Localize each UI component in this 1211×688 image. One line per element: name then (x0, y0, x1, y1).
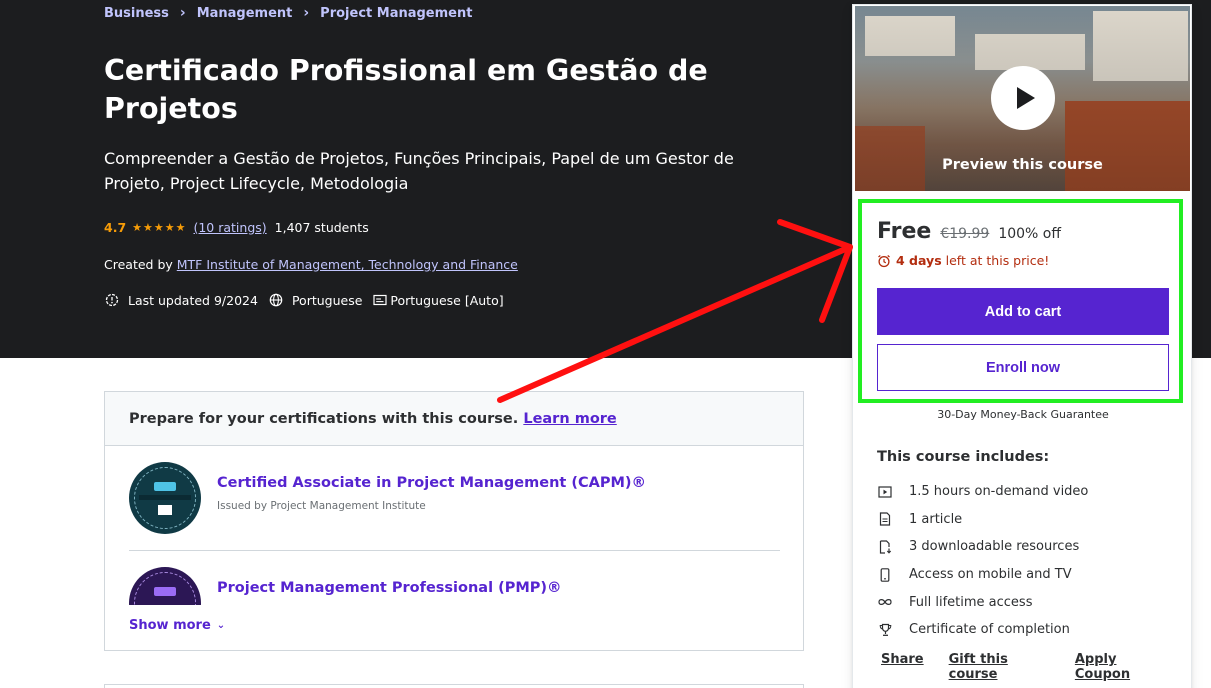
language-text: Portuguese (291, 292, 363, 308)
certification-item[interactable]: Project Management Professional (PMP)® (129, 567, 780, 605)
breadcrumb-project-management[interactable]: Project Management (320, 6, 472, 21)
certification-title[interactable]: Certified Associate in Project Managemen… (217, 475, 646, 491)
breadcrumb-separator-icon: › (303, 5, 310, 21)
article-icon (877, 511, 893, 527)
badge-chip (154, 482, 176, 491)
certification-issuer: Issued by Project Management Institute (217, 500, 426, 512)
include-label: Full lifetime access (909, 594, 1033, 610)
breadcrumb-separator-icon: › (179, 5, 186, 21)
list-item: 1 article (877, 506, 1088, 534)
sidebar-actions: Share Gift this course Apply Coupon (881, 652, 1191, 682)
breadcrumb: Business › Management › Project Manageme… (104, 5, 472, 21)
certification-heading-text: Prepare for your certifications with thi… (129, 411, 519, 427)
captions: Portuguese [Auto] (372, 292, 504, 308)
preview-label: Preview this course (942, 157, 1103, 173)
download-icon (877, 539, 893, 555)
rating-score: 4.7 (104, 220, 127, 235)
include-label: Certificate of completion (909, 622, 1070, 638)
alert-badge-icon (104, 292, 120, 308)
highlight-box-annotation (858, 199, 1183, 403)
created-by: Created by MTF Institute of Management, … (104, 257, 518, 272)
video-icon (877, 484, 893, 500)
include-label: 1 article (909, 511, 963, 527)
certification-panel: Prepare for your certifications with thi… (104, 391, 804, 651)
ratings-count-link[interactable]: (10 ratings) (193, 220, 266, 235)
breadcrumb-business[interactable]: Business (104, 6, 169, 21)
apply-coupon-button[interactable]: Apply Coupon (1075, 652, 1166, 682)
last-updated-text: Last updated 9/2024 (128, 292, 258, 308)
show-more-button[interactable]: Show more ⌄ (129, 618, 225, 633)
play-triangle (1016, 87, 1035, 109)
learn-more-link[interactable]: Learn more (523, 411, 616, 427)
breadcrumb-management[interactable]: Management (197, 6, 293, 21)
gift-course-button[interactable]: Gift this course (949, 652, 1050, 682)
list-item: 3 downloadable resources (877, 533, 1088, 561)
share-button[interactable]: Share (881, 652, 924, 682)
last-updated: Last updated 9/2024 (104, 292, 258, 308)
next-section-edge (104, 684, 804, 688)
captions-text: Portuguese [Auto] (390, 292, 504, 308)
list-item: 1.5 hours on-demand video (877, 478, 1088, 506)
rating-stars-icon: ★★★★★ (132, 221, 187, 234)
created-by-label: Created by (104, 257, 173, 272)
certification-text: Certified Associate in Project Managemen… (217, 462, 646, 512)
include-label: 3 downloadable resources (909, 539, 1080, 555)
include-label: Access on mobile and TV (909, 567, 1072, 583)
students-count: 1,407 students (274, 220, 369, 235)
pmp-badge-icon (129, 567, 201, 605)
certification-heading: Prepare for your certifications with thi… (105, 392, 803, 446)
trophy-icon (877, 622, 893, 638)
globe-icon (268, 292, 284, 308)
play-icon[interactable] (991, 66, 1055, 130)
capm-badge-icon (129, 462, 201, 534)
list-item: Certificate of completion (877, 616, 1088, 644)
badge-bar (139, 495, 191, 500)
course-preview[interactable]: Preview this course (855, 6, 1190, 191)
show-more-label: Show more (129, 618, 211, 633)
includes-list: 1.5 hours on-demand video 1 article 3 do… (877, 478, 1088, 644)
language: Portuguese (268, 292, 362, 308)
author-link[interactable]: MTF Institute of Management, Technology … (177, 257, 518, 272)
infinity-icon (877, 594, 893, 610)
money-back-guarantee: 30-Day Money-Back Guarantee (937, 408, 1109, 421)
pmi-logo-icon (158, 505, 172, 515)
course-subtitle: Compreender a Gestão de Projetos, Funçõe… (104, 149, 734, 193)
list-item: Access on mobile and TV (877, 561, 1088, 589)
include-label: 1.5 hours on-demand video (909, 484, 1089, 500)
course-meta: Last updated 9/2024 Portuguese Portugues… (104, 292, 514, 308)
certification-item[interactable]: Certified Associate in Project Managemen… (129, 462, 780, 551)
badge-chip (154, 587, 176, 596)
captions-icon (372, 292, 388, 308)
certification-text: Project Management Professional (PMP)® (217, 567, 562, 596)
includes-title: This course includes: (877, 449, 1050, 465)
list-item: Full lifetime access (877, 588, 1088, 616)
certification-title[interactable]: Project Management Professional (PMP)® (217, 580, 562, 596)
course-title: Certificado Profissional em Gestão de Pr… (104, 54, 708, 125)
mobile-icon (877, 567, 893, 583)
chevron-down-icon: ⌄ (216, 620, 226, 631)
rating-row: 4.7 ★★★★★ (10 ratings) 1,407 students (104, 220, 369, 235)
